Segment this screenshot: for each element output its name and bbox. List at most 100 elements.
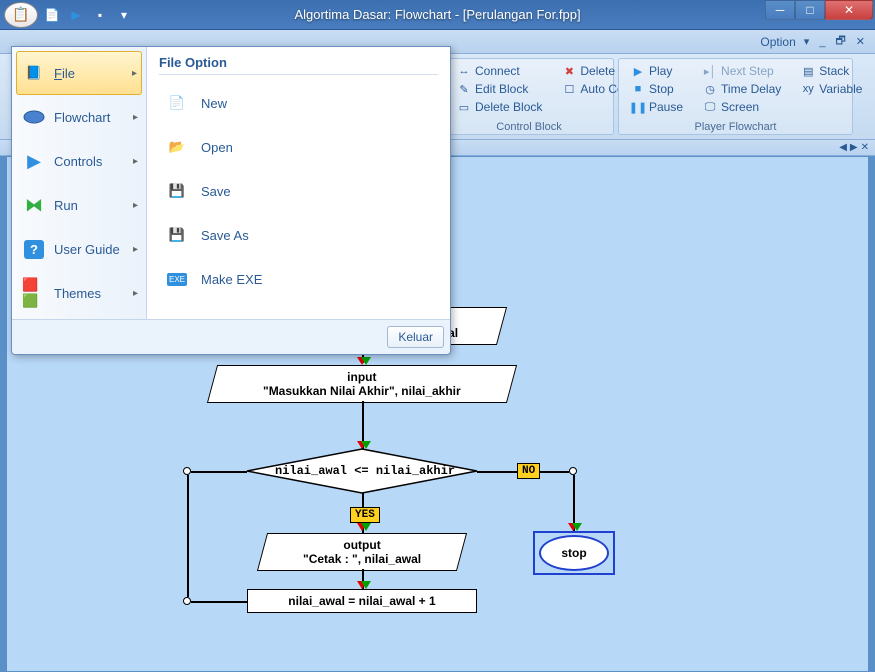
- menu-item-flowchart[interactable]: Flowchart ▸: [16, 95, 142, 139]
- file-open-button[interactable]: 📂 Open: [159, 125, 438, 169]
- connect-button[interactable]: ↔Connect: [453, 63, 546, 79]
- qat-dropdown-icon[interactable]: ▾: [114, 5, 134, 25]
- chevron-right-icon: ▸: [133, 200, 138, 211]
- menu-footer: Keluar: [12, 319, 450, 354]
- screen-button[interactable]: 🖵Screen: [699, 99, 785, 115]
- edit-block-button[interactable]: ✎Edit Block: [453, 81, 546, 97]
- file-save-as-button[interactable]: 💾 Save As: [159, 213, 438, 257]
- arrow-icon: [361, 581, 371, 589]
- ribbon-restore-icon[interactable]: 🗗: [833, 32, 847, 51]
- time-delay-button[interactable]: ◷Time Delay: [699, 81, 785, 97]
- window-title: Algortima Dasar: Flowchart - [Perulangan…: [294, 7, 580, 22]
- next-step-button[interactable]: ▸│Next Step: [699, 63, 785, 79]
- stop-button[interactable]: ■Stop: [627, 81, 687, 97]
- ribbon-group-control-block: ↔Connect ✎Edit Block ▭Delete Block ✖Dele…: [444, 58, 614, 135]
- open-folder-icon: 📂: [163, 133, 191, 161]
- save-as-icon: 💾: [163, 221, 191, 249]
- app-orb[interactable]: 📋: [4, 2, 38, 28]
- menu-item-user-guide[interactable]: ? User Guide ▸: [16, 227, 142, 271]
- connect-icon: ↔: [457, 64, 471, 78]
- quick-access-toolbar: 📋 📄 ▶ ▪ ▾: [0, 2, 134, 28]
- delete-block-icon: ▭: [457, 100, 471, 114]
- flow-connector: [191, 601, 247, 603]
- pause-icon: ❚❚: [631, 100, 645, 114]
- menu-item-file[interactable]: 📘 File ▸: [16, 51, 142, 95]
- themes-menu-icon: 🟥🟩: [22, 281, 46, 305]
- arrow-icon: [361, 441, 371, 449]
- nav-left-icon[interactable]: ◀: [839, 142, 847, 153]
- chevron-right-icon: ▸: [133, 244, 138, 255]
- maximize-button[interactable]: □: [795, 0, 825, 20]
- file-save-button[interactable]: 💾 Save: [159, 169, 438, 213]
- run-menu-icon: ⧓: [22, 193, 46, 217]
- qat-play-icon[interactable]: ▶: [66, 5, 86, 25]
- yes-label: YES: [350, 507, 380, 523]
- file-make-exe-button[interactable]: EXE Make EXE: [159, 257, 438, 301]
- file-panel-title: File Option: [159, 55, 438, 75]
- menu-item-themes[interactable]: 🟥🟩 Themes ▸: [16, 271, 142, 315]
- close-button[interactable]: ✕: [825, 0, 873, 20]
- option-tab[interactable]: Option: [760, 35, 795, 49]
- ribbon-minimize-icon[interactable]: _: [817, 36, 827, 48]
- menu-item-controls[interactable]: ▶ Controls ▸: [16, 139, 142, 183]
- nav-close-icon[interactable]: ✕: [861, 142, 869, 153]
- exe-icon: EXE: [163, 265, 191, 293]
- minimize-button[interactable]: ─: [765, 0, 795, 20]
- connector-dot: [183, 597, 191, 605]
- flowchart-menu-icon: [22, 105, 46, 129]
- output-node[interactable]: output "Cetak : ", nilai_awal: [257, 533, 467, 571]
- chevron-right-icon: ▸: [132, 68, 137, 79]
- stack-icon: ▤: [801, 64, 815, 78]
- flow-connector: [187, 475, 189, 597]
- save-disk-icon: 💾: [163, 177, 191, 205]
- stop-node[interactable]: stop: [539, 535, 609, 571]
- edit-icon: ✎: [457, 82, 471, 96]
- arrow-icon: [361, 357, 371, 365]
- screen-icon: 🖵: [703, 100, 717, 114]
- stop-icon: ■: [631, 82, 645, 96]
- variable-icon: xy: [801, 82, 815, 96]
- exit-button[interactable]: Keluar: [387, 326, 444, 348]
- delete-line-icon: ✖: [562, 64, 576, 78]
- window-titlebar: 📋 📄 ▶ ▪ ▾ Algortima Dasar: Flowchart - […: [0, 0, 875, 30]
- ribbon-close-icon[interactable]: ✕: [854, 35, 867, 48]
- new-file-icon: 📄: [163, 89, 191, 117]
- stack-button[interactable]: ▤Stack: [797, 63, 866, 79]
- checkbox-icon: ☐: [562, 82, 576, 96]
- chevron-right-icon: ▸: [133, 288, 138, 299]
- no-label: NO: [517, 463, 540, 479]
- clock-icon: ◷: [703, 82, 717, 96]
- window-controls: ─ □ ✕: [765, 0, 873, 20]
- qat-save-icon[interactable]: ▪: [90, 5, 110, 25]
- chevron-right-icon: ▸: [133, 156, 138, 167]
- file-new-button[interactable]: 📄 New: [159, 81, 438, 125]
- process-node[interactable]: nilai_awal = nilai_awal + 1: [247, 589, 477, 613]
- controls-menu-icon: ▶: [22, 149, 46, 173]
- chevron-right-icon: ▸: [133, 112, 138, 123]
- qat-new-icon[interactable]: 📄: [42, 5, 62, 25]
- connector-dot: [183, 467, 191, 475]
- connector-dot: [569, 467, 577, 475]
- delete-block-button[interactable]: ▭Delete Block: [453, 99, 546, 115]
- nav-right-icon[interactable]: ▶: [850, 142, 858, 153]
- group-title-control: Control Block: [445, 121, 613, 133]
- ribbon-group-player: ▶Play ■Stop ❚❚Pause ▸│Next Step ◷Time De…: [618, 58, 853, 135]
- play-button[interactable]: ▶Play: [627, 63, 687, 79]
- group-title-player: Player Flowchart: [619, 121, 852, 133]
- ribbon-dropdown-icon[interactable]: ▾: [802, 35, 812, 48]
- arrow-icon: [361, 523, 371, 531]
- menu-item-run[interactable]: ⧓ Run ▸: [16, 183, 142, 227]
- file-options-panel: File Option 📄 New 📂 Open 💾 Save 💾 Save A…: [147, 47, 450, 319]
- help-menu-icon: ?: [22, 237, 46, 261]
- decision-text: nilai_awal <= nilai_akhir: [275, 464, 455, 478]
- pause-button[interactable]: ❚❚Pause: [627, 99, 687, 115]
- file-menu-icon: 📘: [22, 61, 46, 85]
- play-icon: ▶: [631, 64, 645, 78]
- app-menu-popup: 📘 File ▸ Flowchart ▸ ▶ Controls ▸ ⧓ Run …: [11, 46, 451, 355]
- arrow-icon: [572, 523, 582, 531]
- menu-categories: 📘 File ▸ Flowchart ▸ ▶ Controls ▸ ⧓ Run …: [12, 47, 147, 319]
- variable-button[interactable]: xyVariable: [797, 81, 866, 97]
- next-step-icon: ▸│: [703, 64, 717, 78]
- flow-connector: [191, 471, 247, 473]
- input-node-2[interactable]: input "Masukkan Nilai Akhir", nilai_akhi…: [207, 365, 517, 403]
